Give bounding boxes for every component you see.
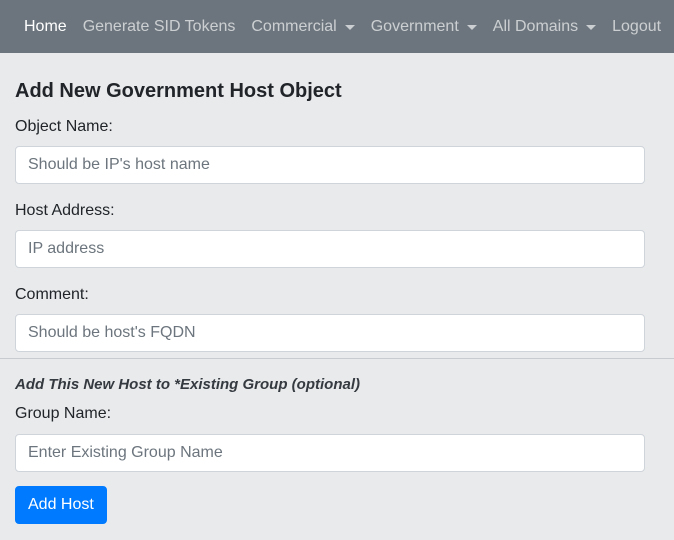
nav-logout-label: Logout <box>612 17 662 35</box>
nav-all-domains-label: All Domains <box>492 17 579 35</box>
nav-all-domains-dropdown[interactable]: All Domains <box>485 18 604 36</box>
nav-logout[interactable]: Logout <box>604 18 669 36</box>
page-title: Add New Government Host Object <box>15 80 342 102</box>
main-content: Add New Government Host Object Object Na… <box>0 79 674 524</box>
nav-commercial-dropdown[interactable]: Commercial <box>243 18 362 36</box>
group-name-label: Group Name: <box>15 405 112 422</box>
comment-label: Comment: <box>15 286 89 303</box>
host-address-input[interactable] <box>15 230 645 268</box>
nav-government-dropdown[interactable]: Government <box>363 18 485 36</box>
caret-down-icon <box>344 25 355 30</box>
caret-down-icon <box>586 25 597 30</box>
nav-government-label: Government <box>370 17 459 35</box>
add-host-button[interactable]: Add Host <box>15 486 107 524</box>
top-navbar: Home Generate SID Tokens Commercial Gove… <box>0 0 674 53</box>
nav-home-label: Home <box>24 17 67 35</box>
group-section-title: Add This New Host to *Existing Group (op… <box>15 376 360 393</box>
nav-generate-sid-tokens-label: Generate SID Tokens <box>82 17 236 35</box>
comment-input[interactable] <box>15 314 645 352</box>
host-address-label: Host Address: <box>15 202 115 219</box>
caret-down-icon <box>466 25 477 30</box>
nav-commercial-label: Commercial <box>251 17 337 35</box>
nav-generate-sid-tokens[interactable]: Generate SID Tokens <box>75 18 244 36</box>
object-name-label: Object Name: <box>15 118 113 135</box>
nav-home[interactable]: Home <box>16 18 75 36</box>
object-name-input[interactable] <box>15 146 645 184</box>
section-divider <box>0 358 674 359</box>
group-name-input[interactable] <box>15 434 645 472</box>
